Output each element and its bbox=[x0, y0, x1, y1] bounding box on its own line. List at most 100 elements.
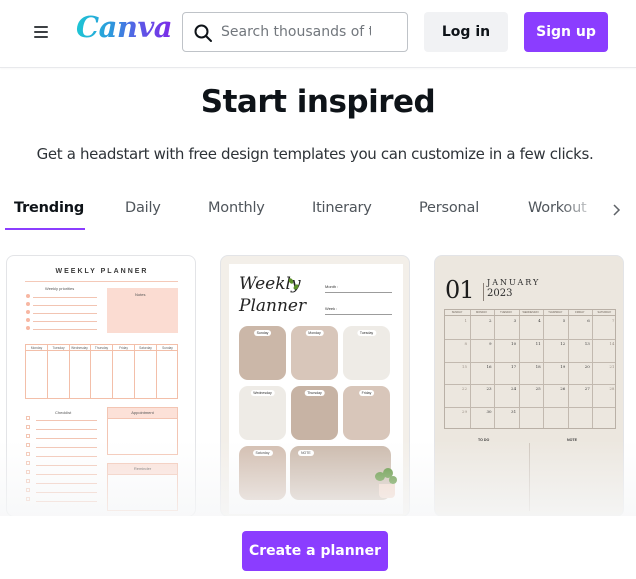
page-subtitle: Get a headstart with free design templat… bbox=[36, 145, 594, 163]
line bbox=[33, 329, 97, 330]
tabs-fade-overlay bbox=[560, 190, 600, 230]
day-pill: Thursday bbox=[304, 390, 325, 396]
canva-logo[interactable]: Canva bbox=[76, 10, 173, 44]
line bbox=[36, 501, 97, 502]
checkbox bbox=[26, 479, 30, 483]
calendar-grid: SUNDAY MONDAY TUESDAY WEDNESDAY THURSDAY FRID… bbox=[444, 309, 616, 429]
day-pill: Saturday bbox=[252, 450, 273, 456]
calendar-day: 17 bbox=[511, 363, 517, 369]
create-planner-button[interactable]: Create a planner bbox=[242, 531, 388, 571]
bullet bbox=[26, 310, 30, 314]
grid-row bbox=[445, 361, 615, 363]
bullet bbox=[26, 318, 30, 322]
template-card-weekly-planner-beige[interactable]: Weekly Planner Month : Week : Sunday Mon… bbox=[220, 255, 410, 517]
calendar-day: 11 bbox=[535, 340, 541, 346]
priorities-label: Weekly priorities bbox=[45, 286, 75, 291]
calendar-day: 22 bbox=[461, 386, 467, 392]
grid-row bbox=[445, 338, 615, 340]
grid-col bbox=[134, 345, 135, 398]
calendar-day: 4 bbox=[538, 318, 541, 323]
search-box[interactable] bbox=[182, 12, 408, 52]
checkbox bbox=[26, 470, 30, 474]
calendar-day: 10 bbox=[511, 340, 517, 346]
day-label: Wednesday bbox=[71, 346, 88, 350]
plant-icon bbox=[389, 476, 397, 484]
plant-pot bbox=[379, 484, 395, 498]
calendar-day: 26 bbox=[560, 386, 566, 392]
template-card-january-calendar[interactable]: 01 JANUARY 2023 SUNDAY MONDAY TUESDAY WEDNE… bbox=[434, 255, 624, 517]
signup-button[interactable]: Sign up bbox=[524, 12, 608, 52]
template-heading: WEEKLY PLANNER bbox=[55, 268, 149, 275]
search-input[interactable] bbox=[221, 19, 371, 45]
line bbox=[36, 429, 97, 430]
grid-row bbox=[445, 407, 615, 409]
grid-col bbox=[90, 345, 91, 398]
day-label: Friday bbox=[119, 346, 128, 350]
notes-label: Notes bbox=[135, 292, 146, 297]
day-label: Thursday bbox=[94, 346, 109, 350]
day-label: Saturday bbox=[139, 346, 152, 350]
template-card-weekly-planner-pink[interactable]: WEEKLY PLANNER Weekly priorities Notes M… bbox=[6, 255, 196, 517]
divider bbox=[25, 281, 178, 282]
calendar-day: 12 bbox=[560, 340, 566, 346]
checklist-label: Checklist bbox=[55, 410, 72, 415]
grid-col bbox=[47, 345, 48, 398]
hamburger-menu-icon[interactable] bbox=[33, 24, 51, 40]
day-box-thursday: Thursday bbox=[291, 386, 338, 440]
grid-col bbox=[156, 345, 157, 398]
week-line bbox=[325, 314, 392, 315]
day-pill: Friday bbox=[358, 390, 375, 396]
chevron-right-icon[interactable] bbox=[608, 202, 624, 218]
category-tabs: Trending Daily Monthly Itinerary Persona… bbox=[0, 190, 636, 232]
reminder-label: Reminder bbox=[108, 464, 177, 475]
grid-col bbox=[543, 310, 545, 428]
line bbox=[36, 492, 97, 493]
calendar-day: 29 bbox=[461, 409, 467, 415]
calendar-day: 21 bbox=[609, 363, 615, 369]
day-box-monday: Monday bbox=[291, 326, 338, 380]
bullet bbox=[26, 326, 30, 330]
day-label: Monday bbox=[30, 346, 43, 350]
grid-col bbox=[518, 310, 520, 428]
line bbox=[36, 420, 97, 421]
login-button[interactable]: Log in bbox=[424, 12, 508, 52]
title-divider bbox=[483, 283, 484, 301]
calendar-day: 9 bbox=[489, 340, 492, 346]
calendar-day: 15 bbox=[461, 363, 467, 369]
line bbox=[33, 321, 97, 322]
calendar-day: 28 bbox=[609, 386, 615, 392]
year: 2023 bbox=[487, 288, 513, 299]
tab-itinerary[interactable]: Itinerary bbox=[312, 200, 372, 216]
appointment-box: Appointment bbox=[107, 407, 178, 455]
tab-daily[interactable]: Daily bbox=[125, 200, 161, 216]
checkbox bbox=[26, 461, 30, 465]
tab-trending[interactable]: Trending bbox=[14, 200, 84, 216]
day-box-sunday: Sunday bbox=[239, 326, 286, 380]
calendar-day: 25 bbox=[535, 386, 541, 392]
checkbox bbox=[26, 425, 30, 429]
calendar-day: 8 bbox=[464, 340, 467, 346]
grid-row bbox=[445, 384, 615, 386]
calendar-day: 18 bbox=[535, 363, 541, 369]
calendar-day: 23 bbox=[486, 386, 492, 392]
day-pill: Wednesday bbox=[250, 390, 275, 396]
search-icon bbox=[194, 24, 212, 42]
line bbox=[36, 483, 97, 484]
page-title: Start inspired bbox=[200, 84, 436, 120]
tab-personal[interactable]: Personal bbox=[419, 200, 479, 216]
day-box-friday: Friday bbox=[343, 386, 390, 440]
calendar-day: 1 bbox=[464, 318, 467, 323]
calendar-day: 19 bbox=[560, 363, 566, 369]
line bbox=[36, 474, 97, 475]
calendar-day: 7 bbox=[611, 318, 615, 323]
day-box-tuesday: Tuesday bbox=[343, 326, 390, 380]
days-grid: Monday Tuesday Wednesday Thursday Friday… bbox=[25, 344, 178, 399]
planner-heading-line2: Planner bbox=[239, 296, 307, 316]
calendar-day: 16 bbox=[486, 363, 492, 369]
calendar-day: 20 bbox=[584, 363, 590, 369]
top-nav-bar: Canva Log in Sign up bbox=[0, 0, 636, 68]
calendar-day: 5 bbox=[562, 318, 566, 323]
tab-monthly[interactable]: Monthly bbox=[208, 200, 265, 216]
day-pill: Sunday bbox=[253, 330, 272, 336]
note-label: NOTE bbox=[567, 438, 577, 442]
